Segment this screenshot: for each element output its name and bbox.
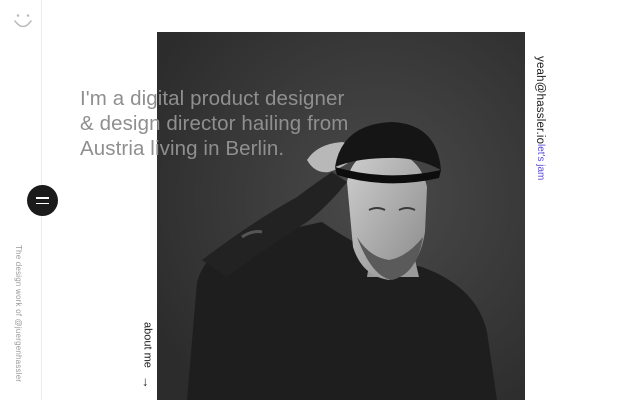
email-link[interactable]: yeah@hassler.io xyxy=(533,56,546,144)
about-me-link[interactable]: about me → xyxy=(139,322,156,389)
credit-text: The design work of @juergenhassler xyxy=(14,245,23,383)
contact-block: yeah@hassler.io let's jam xyxy=(533,56,546,181)
portfolio-page: The design work of @juergenhassler I'm a… xyxy=(0,0,640,400)
headline-line: Austria living in Berlin. xyxy=(80,137,285,160)
headline: I'm a digital product designer & design … xyxy=(80,86,410,161)
smiley-icon[interactable] xyxy=(13,12,33,32)
hamburger-menu-icon xyxy=(36,195,49,206)
headline-line: & design director hailing from xyxy=(80,112,349,135)
arrow-right-icon: → xyxy=(140,375,155,389)
contact-tagline: let's jam xyxy=(535,144,546,181)
about-me-label: about me xyxy=(141,322,154,368)
headline-line: I'm a digital product designer xyxy=(80,87,345,110)
menu-button[interactable] xyxy=(27,185,58,216)
